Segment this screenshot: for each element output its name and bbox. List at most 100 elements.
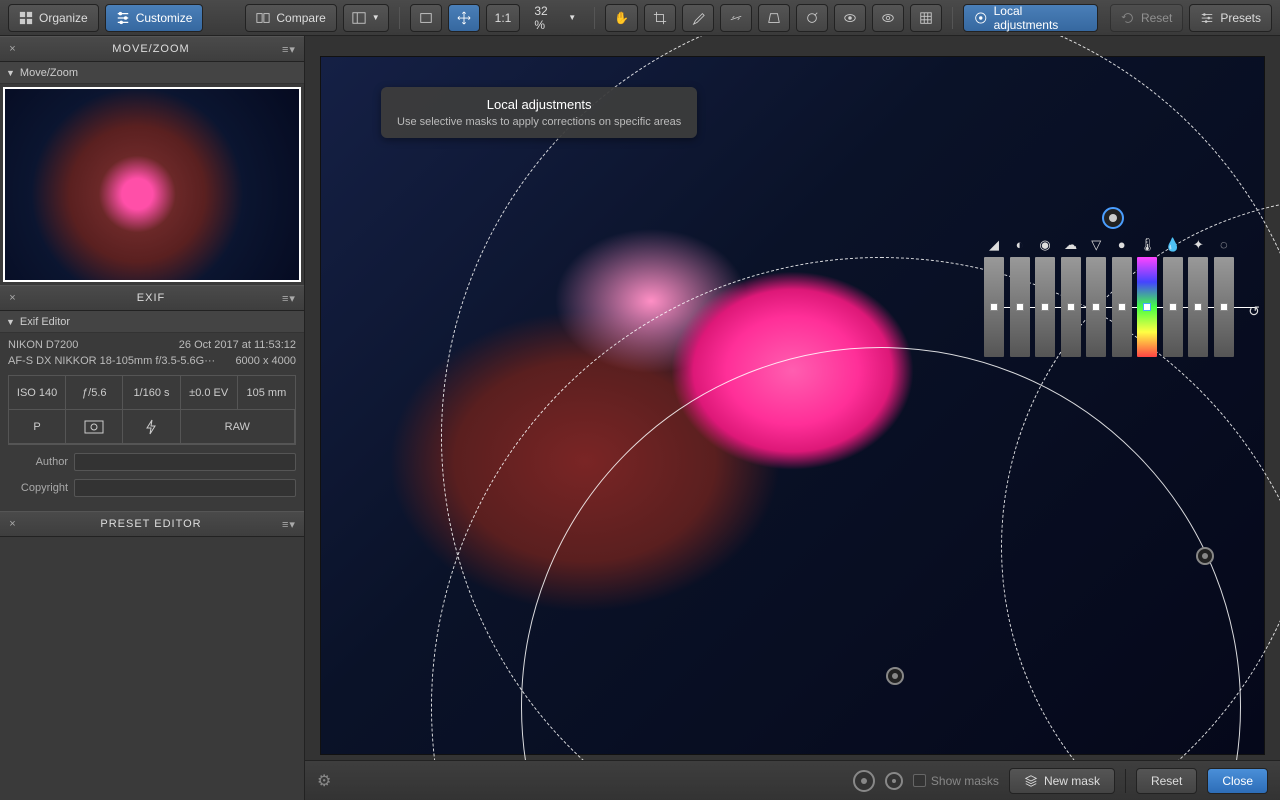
move-tool-button[interactable] bbox=[448, 4, 480, 32]
eq-slider[interactable] bbox=[1214, 257, 1234, 357]
new-mask-label: New mask bbox=[1044, 774, 1100, 788]
panel-menu-icon[interactable]: ≡▾ bbox=[282, 518, 298, 531]
eq-slider[interactable] bbox=[1163, 257, 1183, 357]
exif-date: 26 Oct 2017 at 11:53:12 bbox=[179, 339, 296, 351]
exif-focal: 105 mm bbox=[238, 376, 295, 410]
image-canvas[interactable]: Local adjustments Use selective masks to… bbox=[320, 56, 1265, 755]
eq-slider[interactable] bbox=[1137, 257, 1157, 357]
eq-slider[interactable] bbox=[1086, 257, 1106, 357]
navigator-thumbnail[interactable] bbox=[3, 87, 301, 282]
tint-icon[interactable]: 💧 bbox=[1163, 237, 1183, 253]
exif-format: RAW bbox=[181, 410, 295, 444]
separator bbox=[1125, 769, 1126, 793]
spot-icon bbox=[805, 11, 819, 25]
customize-button[interactable]: Customize bbox=[105, 4, 204, 32]
perspective-tool[interactable] bbox=[758, 4, 790, 32]
subheader-label: Move/Zoom bbox=[20, 67, 78, 79]
microcontrast-icon[interactable]: ◉ bbox=[1035, 237, 1055, 253]
show-masks-label: Show masks bbox=[931, 774, 999, 788]
exif-subheader[interactable]: ▼ Exif Editor bbox=[0, 311, 304, 333]
grid-overlay-icon bbox=[919, 11, 933, 25]
panel-title: MOVE/ZOOM bbox=[20, 43, 282, 55]
perspective-icon bbox=[767, 11, 781, 25]
reset-label: Reset bbox=[1141, 11, 1172, 25]
eye-icon bbox=[881, 11, 895, 25]
vibrancy-icon[interactable]: ☁ bbox=[1061, 237, 1081, 253]
eyedropper-tool[interactable] bbox=[682, 4, 714, 32]
bottom-reset-button[interactable]: Reset bbox=[1136, 768, 1197, 794]
mask-handle[interactable] bbox=[1196, 547, 1214, 565]
local-adjustments-button[interactable]: Local adjustments bbox=[963, 4, 1098, 32]
exif-mode: P bbox=[9, 410, 66, 444]
horizon-tool[interactable] bbox=[720, 4, 752, 32]
exif-dimensions: 6000 x 4000 bbox=[235, 355, 296, 367]
fit-icon bbox=[419, 11, 433, 25]
exposure-icon[interactable]: ◢ bbox=[984, 237, 1004, 253]
mask-point-button-small[interactable] bbox=[885, 772, 903, 790]
arrows-icon bbox=[457, 11, 471, 25]
panel-menu-icon[interactable]: ≡▾ bbox=[282, 43, 298, 56]
close-icon[interactable]: × bbox=[6, 518, 20, 530]
redeye-icon bbox=[843, 11, 857, 25]
close-icon[interactable]: × bbox=[6, 292, 20, 304]
copyright-field[interactable] bbox=[74, 479, 296, 497]
image-viewer[interactable]: Local adjustments Use selective masks to… bbox=[305, 36, 1280, 800]
movezoom-subheader[interactable]: ▼ Move/Zoom bbox=[0, 62, 304, 84]
panel-title: EXIF bbox=[20, 292, 282, 304]
zoom-1-1-button[interactable]: 1:1 bbox=[486, 4, 521, 32]
grid-tool[interactable] bbox=[910, 4, 942, 32]
layout-dropdown[interactable]: ▼ bbox=[343, 4, 389, 32]
subheader-label: Exif Editor bbox=[20, 316, 70, 328]
copyright-label: Copyright bbox=[8, 482, 68, 494]
blur-icon[interactable]: ◌ bbox=[1214, 237, 1234, 253]
adjustment-point[interactable] bbox=[1102, 207, 1124, 229]
new-mask-button[interactable]: New mask bbox=[1009, 768, 1115, 794]
compare-button[interactable]: Compare bbox=[245, 4, 336, 32]
separator bbox=[952, 7, 953, 29]
local-adjustments-tooltip: Local adjustments Use selective masks to… bbox=[381, 87, 697, 138]
visibility-tool[interactable] bbox=[872, 4, 904, 32]
organize-button[interactable]: Organize bbox=[8, 4, 99, 32]
target-icon bbox=[974, 11, 988, 25]
redeye-tool[interactable] bbox=[834, 4, 866, 32]
show-masks-checkbox[interactable]: Show masks bbox=[913, 774, 999, 788]
left-sidebar: × MOVE/ZOOM ≡▾ ▼ Move/Zoom × EXIF ≡▾ ▼ E… bbox=[0, 36, 305, 800]
mask-handle[interactable] bbox=[886, 667, 904, 685]
contrast-icon[interactable]: ◐ bbox=[1010, 237, 1030, 253]
spot-tool[interactable] bbox=[796, 4, 828, 32]
eq-slider[interactable] bbox=[1188, 257, 1208, 357]
exif-lens: AF-S DX NIKKOR 18-105mm f/3.5-5.6G··· bbox=[8, 355, 215, 367]
gear-icon[interactable]: ⚙ bbox=[317, 771, 331, 791]
saturation-icon[interactable]: ▽ bbox=[1086, 237, 1106, 253]
zoom-dropdown[interactable]: 32 % ▼ bbox=[526, 4, 584, 32]
equalizer-reset-icon[interactable]: ↺ bbox=[1248, 303, 1260, 320]
presets-button[interactable]: Presets bbox=[1189, 4, 1272, 32]
warmth-icon[interactable]: 🌡 bbox=[1137, 237, 1157, 253]
fit-button[interactable] bbox=[410, 4, 442, 32]
mask-inner-circle[interactable] bbox=[521, 347, 1241, 800]
compare-icon bbox=[256, 11, 270, 25]
clearview-icon[interactable]: ● bbox=[1112, 237, 1132, 253]
close-button[interactable]: Close bbox=[1207, 768, 1268, 794]
hand-tool[interactable]: ✋ bbox=[605, 4, 638, 32]
reset-button[interactable]: Reset bbox=[1110, 4, 1183, 32]
crop-tool[interactable] bbox=[644, 4, 676, 32]
eq-slider[interactable] bbox=[1035, 257, 1055, 357]
exif-metering-icon bbox=[66, 410, 123, 444]
mask-point-button[interactable] bbox=[853, 770, 875, 792]
eq-slider[interactable] bbox=[984, 257, 1004, 357]
ratio-label: 1:1 bbox=[495, 11, 512, 25]
eq-slider[interactable] bbox=[1061, 257, 1081, 357]
panel-menu-icon[interactable]: ≡▾ bbox=[282, 292, 298, 305]
eq-slider[interactable] bbox=[1112, 257, 1132, 357]
close-icon[interactable]: × bbox=[6, 43, 20, 55]
author-field[interactable] bbox=[74, 453, 296, 471]
compare-label: Compare bbox=[276, 11, 325, 25]
mask-outer-circle[interactable] bbox=[441, 36, 1280, 800]
reset-icon bbox=[1121, 11, 1135, 25]
sharpness-icon[interactable]: ✦ bbox=[1188, 237, 1208, 253]
exif-grid: ISO 140 ƒ/5.6 1/160 s ±0.0 EV 105 mm P R… bbox=[8, 375, 296, 445]
eq-slider[interactable] bbox=[1010, 257, 1030, 357]
exif-flash-icon bbox=[123, 410, 180, 444]
reset-label: Reset bbox=[1151, 774, 1182, 788]
